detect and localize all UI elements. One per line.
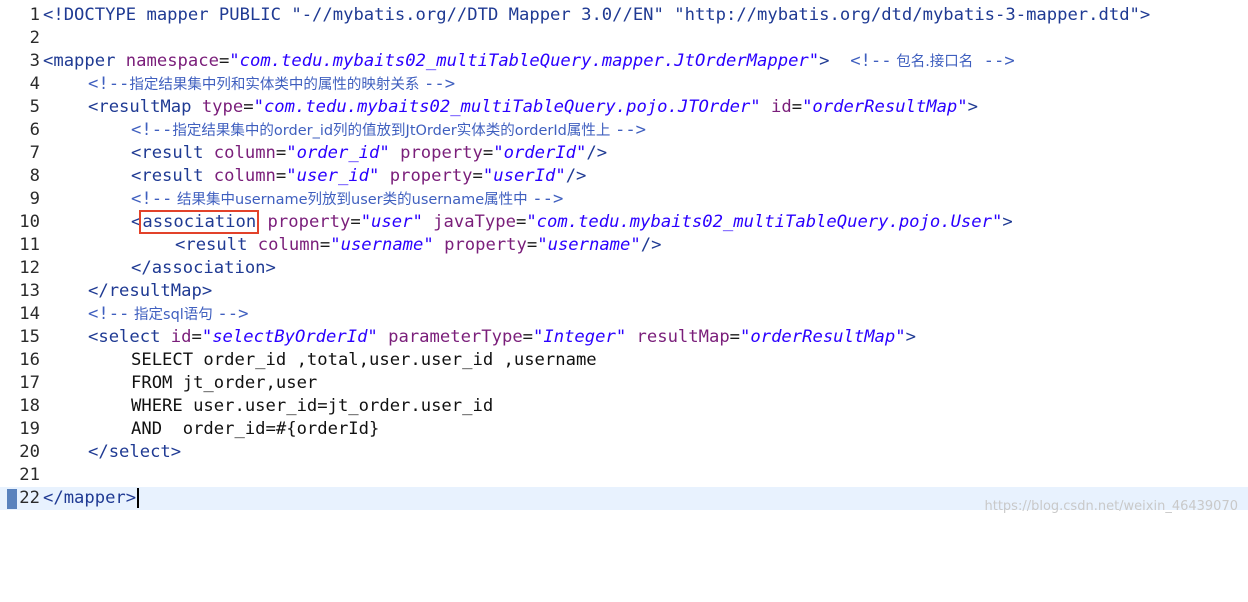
line-content: </association> bbox=[131, 258, 276, 278]
line-number: 14 bbox=[19, 304, 40, 324]
code-line[interactable]: 5 <resultMap type="com.tedu.mybaits02_mu… bbox=[0, 96, 1248, 119]
line-content: <result column="username" property="user… bbox=[175, 235, 662, 255]
line-number: 21 bbox=[19, 465, 40, 485]
line-number: 8 bbox=[29, 166, 40, 186]
line-number: 19 bbox=[19, 419, 40, 439]
code-line[interactable]: 6 <!--指定结果集中的order_id列的值放到JtOrder实体类的ord… bbox=[0, 119, 1248, 142]
line-number: 4 bbox=[29, 74, 40, 94]
code-line[interactable]: 8 <result column="user_id" property="use… bbox=[0, 165, 1248, 188]
line-content: WHERE user.user_id=jt_order.user_id bbox=[131, 396, 494, 416]
line-content: <result column="order_id" property="orde… bbox=[131, 143, 608, 163]
code-line[interactable]: 12 </association> bbox=[0, 257, 1248, 280]
code-line[interactable]: 9 <!-- 结果集中username列放到user类的username属性中 … bbox=[0, 188, 1248, 211]
code-line[interactable]: 7 <result column="order_id" property="or… bbox=[0, 142, 1248, 165]
code-line[interactable]: 2 bbox=[0, 27, 1248, 50]
code-line[interactable]: 20 </select> bbox=[0, 441, 1248, 464]
line-number: 11 bbox=[19, 235, 40, 255]
line-number: 6 bbox=[29, 120, 40, 140]
line-number: 3 bbox=[29, 51, 40, 71]
line-number: 13 bbox=[19, 281, 40, 301]
line-content: <result column="user_id" property="userI… bbox=[131, 166, 587, 186]
line-content: <select id="selectByOrderId" parameterTy… bbox=[88, 327, 916, 347]
line-number: 9 bbox=[29, 189, 40, 209]
line-content: SELECT order_id ,total,user.user_id ,use… bbox=[131, 350, 597, 370]
code-line[interactable]: 16 SELECT order_id ,total,user.user_id ,… bbox=[0, 349, 1248, 372]
code-line[interactable]: 3 <mapper namespace="com.tedu.mybaits02_… bbox=[0, 50, 1248, 73]
code-line[interactable]: 18 WHERE user.user_id=jt_order.user_id bbox=[0, 395, 1248, 418]
code-editor[interactable]: 1 <!DOCTYPE mapper PUBLIC "-//mybatis.or… bbox=[0, 0, 1248, 522]
line-number: 7 bbox=[29, 143, 40, 163]
line-content: </resultMap> bbox=[88, 281, 213, 301]
line-content: </mapper> bbox=[43, 487, 140, 510]
code-line[interactable]: 1 <!DOCTYPE mapper PUBLIC "-//mybatis.or… bbox=[0, 4, 1248, 27]
code-line[interactable]: 15 <select id="selectByOrderId" paramete… bbox=[0, 326, 1248, 349]
line-number: 20 bbox=[19, 442, 40, 462]
line-content: FROM jt_order,user bbox=[131, 373, 318, 393]
watermark: https://blog.csdn.net/weixin_46439070 bbox=[984, 499, 1238, 514]
code-line[interactable]: 10 <association property="user" javaType… bbox=[0, 210, 1248, 234]
line-number: 2 bbox=[29, 28, 40, 48]
code-line[interactable]: 14 <!-- 指定sql语句 --> bbox=[0, 303, 1248, 326]
line-content: <!-- 指定sql语句 --> bbox=[88, 304, 249, 324]
line-number: 22 bbox=[19, 488, 40, 508]
line-number: 16 bbox=[19, 350, 40, 370]
line-number: 5 bbox=[29, 97, 40, 117]
line-number: 18 bbox=[19, 396, 40, 416]
line-content: AND order_id=#{orderId} bbox=[131, 419, 380, 439]
line-content: <!--指定结果集中的order_id列的值放到JtOrder实体类的order… bbox=[131, 120, 647, 140]
line-content: <!-- 结果集中username列放到user类的username属性中 --… bbox=[131, 189, 564, 209]
line-content: <!--指定结果集中列和实体类中的属性的映射关系 --> bbox=[88, 74, 456, 94]
line-number: 12 bbox=[19, 258, 40, 278]
code-line[interactable]: 19 AND order_id=#{orderId} bbox=[0, 418, 1248, 441]
text-caret bbox=[137, 488, 140, 508]
line-content: <!DOCTYPE mapper PUBLIC "-//mybatis.org/… bbox=[43, 5, 1151, 25]
line-number: 1 bbox=[29, 5, 40, 25]
line-content: <resultMap type="com.tedu.mybaits02_mult… bbox=[88, 97, 978, 117]
line-content: <mapper namespace="com.tedu.mybaits02_mu… bbox=[43, 51, 1015, 71]
code-line[interactable]: 13 </resultMap> bbox=[0, 280, 1248, 303]
line-number: 17 bbox=[19, 373, 40, 393]
code-line[interactable]: 21 bbox=[0, 464, 1248, 487]
line-content: <association property="user" javaType="c… bbox=[131, 210, 1013, 234]
line-number: 15 bbox=[19, 327, 40, 347]
code-line[interactable]: 4 <!--指定结果集中列和实体类中的属性的映射关系 --> bbox=[0, 73, 1248, 96]
code-line[interactable]: 17 FROM jt_order,user bbox=[0, 372, 1248, 395]
highlighted-association-tag: association bbox=[139, 210, 260, 234]
line-content: </select> bbox=[88, 442, 182, 462]
line-number: 10 bbox=[19, 212, 40, 232]
code-line[interactable]: 11 <result column="username" property="u… bbox=[0, 234, 1248, 257]
